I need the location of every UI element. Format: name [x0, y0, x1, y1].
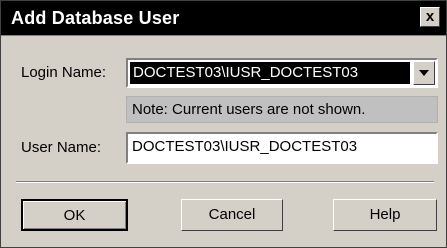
help-button[interactable]: Help	[333, 199, 437, 231]
note-text: Note: Current users are not shown.	[126, 96, 438, 123]
close-button[interactable]: x	[420, 7, 440, 27]
user-name-field[interactable]: DOCTEST03\IUSR_DOCTEST03	[126, 132, 438, 164]
chevron-down-icon	[419, 70, 429, 76]
close-icon: x	[425, 8, 435, 25]
login-name-combobox[interactable]: DOCTEST03\IUSR_DOCTEST03	[126, 58, 438, 88]
login-name-dropdown-button[interactable]	[413, 61, 435, 85]
add-database-user-dialog: Add Database User x Login Name: DOCTEST0…	[0, 0, 447, 248]
login-name-value[interactable]: DOCTEST03\IUSR_DOCTEST03	[130, 62, 410, 84]
separator	[16, 181, 434, 183]
dialog-title: Add Database User	[11, 8, 180, 28]
login-name-label: Login Name:	[21, 64, 107, 81]
user-name-label: User Name:	[21, 139, 102, 156]
title-bar: Add Database User x	[1, 1, 446, 36]
ok-button[interactable]: OK	[21, 199, 128, 231]
cancel-button[interactable]: Cancel	[181, 199, 283, 231]
